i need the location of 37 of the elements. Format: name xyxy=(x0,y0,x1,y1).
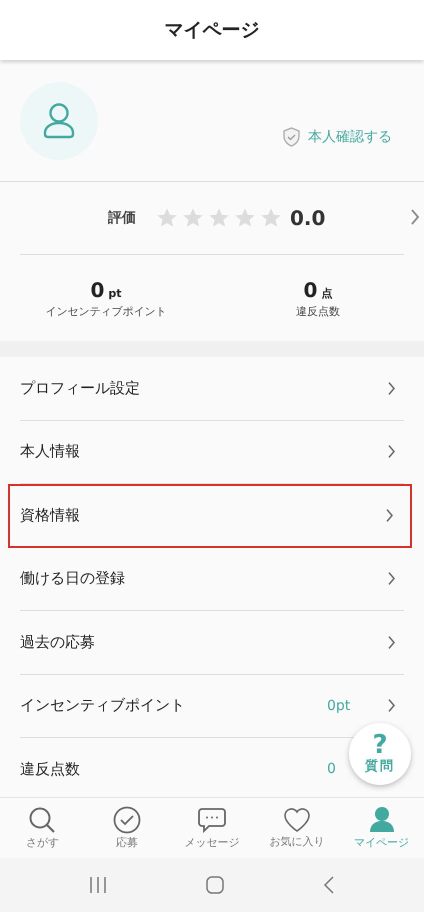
menu-item[interactable]: 違反点数 xyxy=(20,760,317,779)
menu-value: 0 xyxy=(327,761,337,778)
search-icon xyxy=(28,806,56,834)
check-circle-icon xyxy=(113,806,142,834)
nav-tab[interactable]: メッセージ xyxy=(170,798,254,858)
page-title: マイページ xyxy=(164,18,260,43)
stat-label: インセンティブポイント xyxy=(46,304,166,318)
recent-apps-icon[interactable] xyxy=(89,877,108,893)
menu-item[interactable]: プロフィール設定 xyxy=(20,378,377,398)
stat-unit: pt xyxy=(108,286,122,300)
person-icon xyxy=(368,806,396,834)
stat-value: 0 xyxy=(90,278,104,302)
star-icon xyxy=(208,207,230,229)
nav-tab[interactable]: 応募 xyxy=(84,798,170,858)
rating-label: 評価 xyxy=(108,209,137,227)
shield-check-icon xyxy=(283,127,300,147)
menu-item[interactable]: 働ける日の登録 xyxy=(20,569,377,588)
star-icon xyxy=(182,207,204,229)
star-icon xyxy=(156,207,178,229)
menu-item[interactable]: インセンティブポイント xyxy=(20,696,317,716)
star-icon xyxy=(234,207,256,229)
menu-value: 0pt xyxy=(327,698,352,714)
chevron-icon xyxy=(410,208,420,226)
menu-item[interactable]: 本人情報 xyxy=(20,442,377,462)
back-icon[interactable] xyxy=(322,876,335,894)
stat-value: 0 xyxy=(304,278,318,302)
nav-tab[interactable]: さがす xyxy=(0,798,85,858)
chat-bubble-icon xyxy=(198,806,226,834)
home-icon[interactable] xyxy=(206,876,224,894)
star-icon xyxy=(260,207,282,229)
nav-tab[interactable]: お気に入り xyxy=(254,798,340,858)
stat-label: 違反点数 xyxy=(296,304,340,318)
rating-value: 0.0 xyxy=(290,206,326,230)
menu-item[interactable]: 過去の応募 xyxy=(20,632,377,652)
stat-unit: 点 xyxy=(321,286,332,300)
person-icon xyxy=(42,102,76,140)
heart-icon xyxy=(282,807,311,833)
